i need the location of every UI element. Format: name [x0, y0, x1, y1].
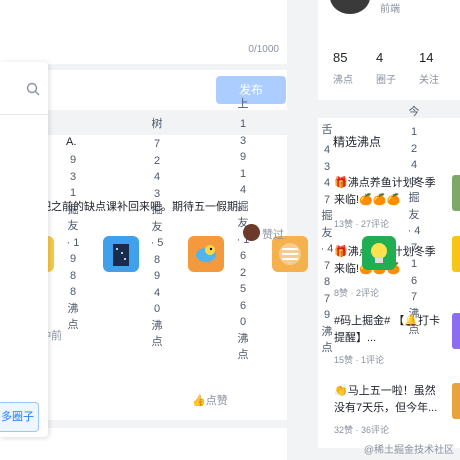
char-count: 0/1000: [248, 44, 279, 55]
hot-pins-title: 精选沸点: [333, 135, 382, 149]
hot-item-thumbnail[interactable]: [452, 236, 460, 272]
bulb-icon[interactable]: [362, 236, 396, 270]
user-role: 前端: [380, 4, 400, 15]
circle-select-popup: 多圈子: [0, 62, 48, 437]
thumb-up-icon: 👍: [192, 395, 206, 407]
editor-card: 0/1000: [0, 0, 287, 64]
hot-item-meta: 8赞 · 2评论: [334, 288, 380, 298]
hot-item-meta: 32赞 · 36评论: [334, 425, 390, 435]
stat-circles-label[interactable]: 圈子: [376, 71, 396, 86]
hot-item-meta: 15赞 · 1评论: [334, 355, 385, 365]
circle-name-2: 树: [151, 118, 163, 130]
stat-pins-count[interactable]: 85: [333, 50, 347, 65]
feed-label-a: A.: [66, 136, 77, 148]
hot-left-col: 4 3 4 7 掘 友 · 4 7 8 7 9 沸 点: [320, 144, 334, 354]
stat-pins-label[interactable]: 沸点: [333, 71, 353, 86]
search-icon[interactable]: [26, 82, 40, 101]
liked-text: 赞过: [262, 229, 284, 241]
hot-right-col: 1 2 4 3 掘 友 · 4 7 1 6 7 沸 点: [407, 126, 421, 336]
hot-item[interactable]: 👏马上五一啦！虽然没有7天乐，但今年...: [334, 383, 444, 417]
popup-divider: [0, 114, 48, 115]
publish-button[interactable]: 发布: [216, 76, 286, 104]
hot-item-thumbnail[interactable]: [452, 175, 460, 211]
stat-following-label[interactable]: 关注: [419, 71, 439, 86]
city-icon-graphic: [113, 244, 129, 266]
bulb-icon-graphic: [371, 243, 387, 263]
watermark: @稀土掘金技术社区: [363, 445, 454, 456]
stat-circles-count[interactable]: 4: [376, 50, 383, 65]
like-button[interactable]: 👍点赞: [192, 392, 228, 408]
hot-item-thumbnail[interactable]: [452, 383, 460, 419]
hot-left-head: 舌: [321, 124, 333, 136]
hot-right-head: 今: [408, 106, 420, 118]
bird-icon-graphic: [196, 245, 216, 262]
hot-item-meta: 13赞 · 27评论: [334, 219, 390, 229]
city-icon[interactable]: [103, 236, 139, 272]
hot-item-thumbnail[interactable]: [452, 313, 460, 349]
stat-following-count[interactable]: 14: [419, 50, 433, 65]
hot-item[interactable]: 🎁沸点养鱼计划冬季来临!🍊🍊🍊: [334, 175, 444, 209]
like-label: 点赞: [205, 395, 228, 407]
circle-stats-2: 7 2 4 3 掘 友 · 5 8 9 4 0 沸 点: [150, 138, 164, 348]
circle-name-3: 上: [237, 98, 249, 110]
hot-item[interactable]: #码上掘金# 【🔔打卡提醒】...: [334, 313, 444, 347]
liker-avatar: [243, 224, 260, 241]
more-circles-button[interactable]: 多圈子: [0, 402, 39, 432]
bird-icon[interactable]: [188, 236, 224, 272]
circle-stats-1: 9 3 1 掘 友 · 1 9 8 8 沸 点: [66, 154, 80, 331]
